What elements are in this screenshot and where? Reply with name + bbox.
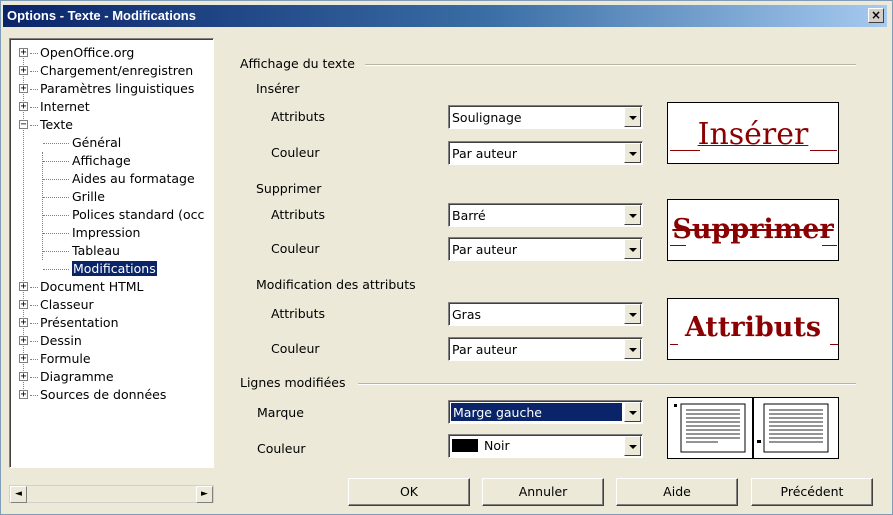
expand-icon[interactable]: +	[19, 282, 28, 292]
expand-icon[interactable]: +	[19, 390, 28, 400]
supprimer-couleur-label: Couleur	[271, 241, 320, 256]
options-dialog: Options - Texte - Modifications × + Open…	[0, 0, 893, 515]
tree-item-label: OpenOffice.org	[40, 45, 135, 60]
tree-item-label: Classeur	[40, 297, 94, 312]
preview-text: Supprimer	[672, 214, 834, 245]
close-button[interactable]: ×	[868, 8, 884, 23]
select-value: Gras	[452, 307, 481, 322]
select-value: Noir	[452, 438, 510, 453]
tree-horizontal-scrollbar[interactable]: ◄ ►	[9, 485, 214, 503]
tree-item-label: Aides au formatage	[72, 171, 195, 186]
chevron-down-icon[interactable]	[624, 304, 641, 324]
expand-icon[interactable]: +	[19, 66, 28, 76]
help-button[interactable]: Aide	[616, 478, 738, 506]
expand-icon[interactable]: +	[19, 354, 28, 364]
modif-couleur-label: Couleur	[271, 341, 320, 356]
previous-button[interactable]: Précédent	[751, 478, 873, 506]
tree-item-label: Document HTML	[40, 279, 144, 294]
modif-attributs-label: Attributs	[271, 306, 326, 321]
tree-item-label: Général	[72, 135, 122, 150]
tree-connector	[42, 152, 43, 260]
chevron-down-icon[interactable]	[624, 107, 641, 127]
section-affichage-title: Affichage du texte	[240, 56, 355, 71]
select-value: Par auteur	[452, 242, 517, 257]
expand-icon[interactable]: +	[19, 48, 28, 58]
tree-item-label: Polices standard (occ	[72, 207, 205, 222]
expand-icon[interactable]: +	[19, 300, 28, 310]
scroll-right-icon[interactable]: ►	[196, 486, 213, 503]
margin-preview-icon	[674, 398, 829, 458]
tree-item-label: Paramètres linguistiques	[40, 81, 195, 96]
tree-item-label: Diagramme	[40, 369, 114, 384]
tree-item-label: Internet	[40, 99, 90, 114]
chevron-down-icon[interactable]	[624, 436, 641, 456]
scroll-left-icon[interactable]: ◄	[10, 486, 27, 503]
lignes-couleur-select[interactable]: Noir	[448, 434, 643, 458]
window-title: Options - Texte - Modifications	[7, 8, 196, 23]
lignes-couleur-label: Couleur	[257, 441, 306, 456]
tree-item-label: Impression	[72, 225, 141, 240]
ok-button[interactable]: OK	[348, 478, 470, 506]
inserer-preview: Insérer	[667, 102, 839, 164]
tree-item-label: Formule	[40, 351, 91, 366]
inserer-couleur-label: Couleur	[271, 145, 320, 160]
inserer-couleur-select[interactable]: Par auteur	[448, 141, 643, 165]
collapse-icon[interactable]: −	[19, 120, 28, 130]
group-modif-attr-title: Modification des attributs	[256, 277, 416, 292]
tree-item-label: Grille	[72, 189, 105, 204]
tree-item-label-selected: Modifications	[72, 261, 157, 276]
group-inserer-title: Insérer	[256, 81, 300, 96]
inserer-attributs-label: Attributs	[271, 109, 326, 124]
tree-item-label: Dessin	[40, 333, 82, 348]
tree-item-label: Présentation	[40, 315, 119, 330]
select-value: Soulignage	[452, 110, 522, 125]
preview-text: Insérer	[697, 117, 809, 152]
marque-select[interactable]: Marge gauche	[448, 400, 643, 424]
tree-item-label: Tableau	[72, 243, 120, 258]
color-swatch	[452, 439, 478, 452]
chevron-down-icon[interactable]	[624, 239, 641, 259]
chevron-down-icon[interactable]	[624, 339, 641, 359]
supprimer-couleur-select[interactable]: Par auteur	[448, 237, 643, 261]
attributs-preview: Attributs	[667, 298, 839, 360]
select-value: Par auteur	[452, 146, 517, 161]
tree-item-label: Affichage	[72, 153, 131, 168]
supprimer-attributs-label: Attributs	[271, 207, 326, 222]
cancel-button[interactable]: Annuler	[482, 478, 604, 506]
expand-icon[interactable]: +	[19, 318, 28, 328]
modif-attributs-select[interactable]: Gras	[448, 302, 643, 326]
inserer-attributs-select[interactable]: Soulignage	[448, 105, 643, 129]
expand-icon[interactable]: +	[19, 372, 28, 382]
tree-item-label: Chargement/enregistren	[40, 63, 194, 78]
supprimer-attributs-select[interactable]: Barré	[448, 203, 643, 227]
tree-item-label: Sources de données	[40, 387, 167, 402]
group-supprimer-title: Supprimer	[256, 181, 322, 196]
modif-couleur-select[interactable]: Par auteur	[448, 337, 643, 361]
expand-icon[interactable]: +	[19, 84, 28, 94]
options-tree[interactable]: + OpenOffice.org + Chargement/enregistre…	[9, 38, 214, 468]
chevron-down-icon[interactable]	[624, 205, 641, 225]
title-bar[interactable]: Options - Texte - Modifications ×	[3, 5, 887, 27]
marque-preview	[667, 397, 839, 459]
marque-label: Marque	[257, 405, 304, 420]
expand-icon[interactable]: +	[19, 102, 28, 112]
color-name: Noir	[484, 438, 510, 453]
section-lignes-title: Lignes modifiées	[240, 375, 346, 390]
select-value: Marge gauche	[451, 403, 622, 421]
tree-item-label: Texte	[40, 117, 73, 132]
section-divider	[358, 383, 856, 385]
preview-text: Attributs	[684, 312, 822, 343]
chevron-down-icon[interactable]	[624, 143, 641, 163]
supprimer-preview: Supprimer	[667, 199, 839, 261]
select-value: Barré	[452, 208, 486, 223]
select-value: Par auteur	[452, 342, 517, 357]
chevron-down-icon[interactable]	[624, 402, 641, 422]
expand-icon[interactable]: +	[19, 336, 28, 346]
section-divider	[365, 64, 856, 66]
